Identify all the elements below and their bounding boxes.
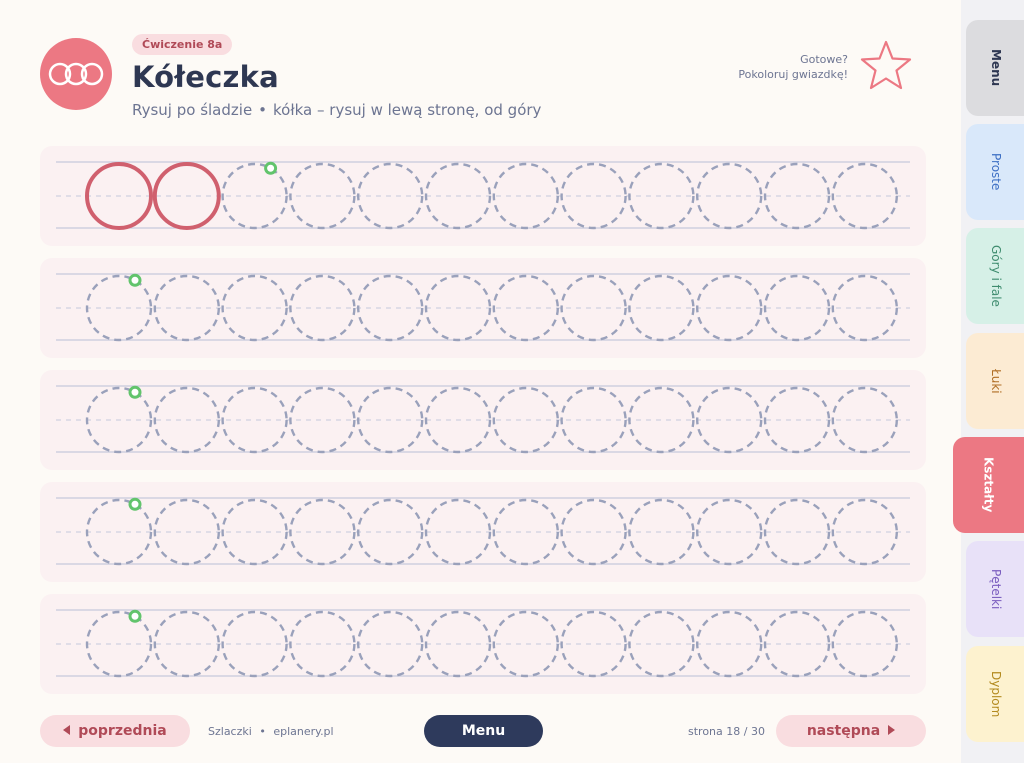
site-separator: • — [259, 725, 266, 738]
trace-row-canvas — [56, 385, 910, 454]
start-point-icon — [264, 161, 278, 175]
tab-ksztalty[interactable]: Kształty — [953, 437, 1024, 533]
tab-petelki[interactable]: Pętelki — [966, 541, 1024, 637]
trace-row[interactable] — [40, 594, 926, 694]
subtitle-instruction: Rysuj po śladzie — [132, 101, 253, 119]
trace-row-canvas — [56, 497, 910, 566]
site-name: Szlaczki — [208, 725, 252, 738]
tab-gory-i-fale[interactable]: Góry i fale — [966, 228, 1024, 324]
site-credit: Szlaczki • eplanery.pl — [208, 725, 334, 738]
tab-petelki-label: Pętelki — [989, 568, 1003, 610]
tab-menu-label: Menu — [989, 49, 1003, 87]
arrow-right-icon — [888, 725, 896, 735]
tab-proste[interactable]: Proste — [966, 124, 1024, 220]
trace-row[interactable] — [40, 258, 926, 358]
site-url: eplanery.pl — [273, 725, 334, 738]
ready-line-2: Pokoloruj gwiazdkę! — [738, 68, 848, 81]
prev-page-button[interactable]: poprzednia — [40, 715, 190, 747]
next-page-label: następna — [806, 723, 881, 739]
start-point-icon — [128, 497, 142, 511]
page-title: Kółeczka — [132, 60, 279, 94]
tab-gory-i-fale-label: Góry i fale — [989, 245, 1003, 307]
start-point-icon — [128, 609, 142, 623]
exercise-badge: Ćwiczenie 8a — [132, 34, 233, 55]
start-point-icon — [128, 273, 142, 287]
three-circles-icon — [48, 62, 104, 86]
trace-row[interactable] — [40, 146, 926, 246]
trace-row-canvas — [56, 609, 910, 678]
arrow-left-icon — [63, 725, 71, 735]
ready-prompt: Gotowe? Pokoloruj gwiazdkę! — [738, 52, 848, 82]
subtitle-detail: kółka – rysuj w lewą stronę, od góry — [273, 101, 542, 119]
start-point-icon — [128, 385, 142, 399]
tab-dyplom-label: Dyplom — [989, 670, 1003, 718]
subtitle-separator: • — [258, 101, 268, 119]
tab-luki[interactable]: Łuki — [966, 333, 1024, 429]
next-page-button[interactable]: następna — [776, 715, 926, 747]
trace-row[interactable] — [40, 370, 926, 470]
menu-button[interactable]: Menu — [424, 715, 543, 747]
prev-page-label: poprzednia — [78, 723, 167, 739]
ready-line-1: Gotowe? — [800, 53, 848, 66]
star-outline-icon[interactable] — [858, 38, 914, 94]
tab-dyplom[interactable]: Dyplom — [966, 646, 1024, 742]
trace-row-canvas — [56, 161, 910, 230]
tab-menu[interactable]: Menu — [966, 20, 1024, 116]
page-subtitle: Rysuj po śladzie • kółka – rysuj w lewą st… — [132, 101, 541, 119]
tab-ksztalty-label: Kształty — [981, 457, 996, 513]
trace-row[interactable] — [40, 482, 926, 582]
page-number: strona 18 / 30 — [688, 725, 765, 738]
logo — [40, 38, 112, 110]
tab-luki-label: Łuki — [989, 368, 1003, 394]
tab-proste-label: Proste — [989, 153, 1003, 191]
trace-row-canvas — [56, 273, 910, 342]
